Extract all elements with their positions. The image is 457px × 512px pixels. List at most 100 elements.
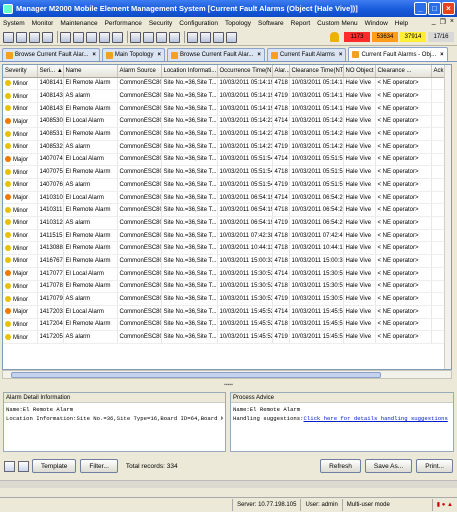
table-row[interactable]: Minor 1411515El Remote AlarmCommonESC8000…: [3, 229, 448, 243]
tab-close-icon[interactable]: ×: [440, 52, 444, 58]
mdi-minimize-icon[interactable]: _: [432, 18, 436, 26]
tab-close-icon[interactable]: ×: [157, 52, 161, 58]
column-header[interactable]: Alar...: [272, 65, 290, 78]
table-row[interactable]: Major 1417203El Local AlarmCommonESC8000S…: [3, 305, 448, 319]
table-row[interactable]: Minor 1410312AS alarmCommonESC8000Site No…: [3, 216, 448, 230]
performance-icon[interactable]: [130, 31, 141, 43]
menu-window[interactable]: Window: [365, 20, 388, 27]
table-row[interactable]: Minor 1416767El Remote AlarmCommonESC8000…: [3, 254, 448, 268]
view-icon[interactable]: [4, 460, 15, 472]
table-cell: 10/03/2011 15:00:33: [289, 254, 344, 268]
topology-icon[interactable]: [3, 31, 14, 43]
table-row[interactable]: Minor 1408531El Remote AlarmCommonESC8000…: [3, 127, 448, 141]
lock-icon[interactable]: [112, 31, 123, 43]
help-icon[interactable]: [226, 31, 237, 43]
table-row[interactable]: Minor 1417204El Remote AlarmCommonESC8000…: [3, 318, 448, 332]
table-row[interactable]: Minor 1408532AS alarmCommonESC8000Site No…: [3, 140, 448, 154]
tab-0[interactable]: Browse Current Fault Alar... ×: [2, 48, 100, 61]
menu-monitor[interactable]: Monitor: [32, 20, 54, 27]
network-icon[interactable]: [16, 31, 27, 43]
report-icon[interactable]: [143, 31, 154, 43]
column-header[interactable]: Location Informati...: [161, 65, 218, 78]
bell-icon[interactable]: [330, 32, 339, 42]
template-button[interactable]: Template: [32, 459, 77, 473]
menu-security[interactable]: Security: [149, 20, 172, 27]
column-header[interactable]: Clearance ...: [375, 65, 432, 78]
table-row[interactable]: Major 1417077El Local AlarmCommonESC8000S…: [3, 267, 448, 281]
search-icon[interactable]: [60, 31, 71, 43]
major-alarm-count[interactable]: 53634: [372, 32, 398, 42]
tab-3[interactable]: Current Fault Alarms ×: [266, 48, 347, 61]
computer-icon[interactable]: [42, 31, 53, 43]
table-row[interactable]: Minor 1410311El Remote AlarmCommonESC8000…: [3, 203, 448, 218]
menu-custom-menu[interactable]: Custom Menu: [317, 20, 357, 27]
tab-close-icon[interactable]: ×: [92, 52, 96, 58]
tab-1[interactable]: Main Topology ×: [101, 48, 165, 61]
critical-alarm-count[interactable]: 1173: [344, 32, 370, 42]
table-row[interactable]: Major 1407074El Local AlarmCommonESC8000S…: [3, 153, 448, 167]
table-row[interactable]: Minor 1408143AS alarmCommonESC8000Site No…: [3, 89, 448, 103]
horizontal-scrollbar[interactable]: [2, 370, 452, 379]
user-icon[interactable]: [99, 31, 110, 43]
handling-suggestions-link[interactable]: Click here for details handling suggesti…: [304, 415, 448, 422]
severity-icon: [5, 117, 11, 124]
tab-2[interactable]: Browse Current Fault Alar... ×: [167, 48, 265, 61]
table-row[interactable]: Major 1408530El Local AlarmCommonESC8000S…: [3, 115, 448, 129]
chart-icon[interactable]: [169, 31, 180, 43]
menu-report[interactable]: Report: [291, 20, 311, 27]
table-row[interactable]: Minor 1417079AS alarmCommonESC8000Site No…: [3, 292, 448, 306]
alarm-browse-icon[interactable]: [29, 31, 40, 43]
menu-topology[interactable]: Topology: [225, 20, 251, 27]
print-button[interactable]: Print...: [416, 459, 453, 473]
warning-alarm-count[interactable]: 17/16: [428, 32, 454, 42]
table-row[interactable]: Minor 1408141El Remote AlarmCommonESC8000…: [3, 77, 448, 91]
minimize-button[interactable]: _: [414, 2, 427, 15]
save-as-button[interactable]: Save As...: [364, 459, 413, 473]
close-button[interactable]: ×: [442, 2, 455, 15]
column-header[interactable]: Clearance Time(NT): [289, 65, 344, 78]
log-icon[interactable]: [213, 31, 224, 43]
table-row[interactable]: Major 1410310El Local AlarmCommonESC8000S…: [3, 191, 448, 205]
export-icon[interactable]: [18, 460, 29, 472]
splitter-handle[interactable]: ▪▪▪▪▪: [0, 383, 457, 388]
vertical-scrollbar[interactable]: [444, 65, 451, 369]
menu-maintenance[interactable]: Maintenance: [60, 20, 97, 27]
minor-alarm-count[interactable]: 37914: [400, 32, 426, 42]
table-cell: AS alarm: [63, 140, 118, 154]
config-icon[interactable]: [187, 31, 198, 43]
table-row[interactable]: Minor 1413088El Remote AlarmCommonESC8000…: [3, 241, 448, 256]
tab-close-icon[interactable]: ×: [339, 52, 343, 58]
table-row[interactable]: Minor 1408143El Remote AlarmCommonESC8000…: [3, 102, 448, 116]
menu-system[interactable]: System: [3, 20, 25, 27]
maximize-button[interactable]: □: [428, 2, 441, 15]
column-header[interactable]: Severity: [3, 65, 38, 78]
table-cell: AS alarm: [63, 330, 118, 344]
table-row[interactable]: Minor 1407075El Remote AlarmCommonESC8000…: [3, 165, 448, 179]
menu-help[interactable]: Help: [395, 20, 408, 27]
column-header[interactable]: NO Object: [343, 65, 376, 78]
scroll-thumb[interactable]: [11, 372, 381, 378]
column-header[interactable]: Alarm Source: [117, 65, 162, 78]
software-icon[interactable]: [200, 31, 211, 43]
alarm-table[interactable]: Severity Seri... ▲ Name Alarm Source Locatio…: [2, 64, 452, 370]
table-cell: 10/03/2011 05:51:55: [289, 153, 344, 167]
mdi-restore-icon[interactable]: ❐: [440, 18, 446, 26]
tab-close-icon[interactable]: ×: [257, 52, 261, 58]
table-row[interactable]: Minor 1407076AS alarmCommonESC8000Site No…: [3, 178, 448, 192]
menu-software[interactable]: Software: [258, 20, 284, 27]
table-row[interactable]: Minor 1417205AS alarmCommonESC8000Site No…: [3, 330, 448, 344]
filter-icon[interactable]: [73, 31, 84, 43]
query-icon[interactable]: [86, 31, 97, 43]
column-header[interactable]: Occurrence Time(NT): [217, 65, 273, 78]
nt-icon[interactable]: [156, 31, 167, 43]
column-header[interactable]: Name: [63, 65, 118, 78]
tab-4[interactable]: Current Fault Alarms - Obj... ×: [348, 47, 448, 61]
lower-scrollbar[interactable]: [0, 480, 457, 488]
table-row[interactable]: Minor 1417078El Remote AlarmCommonESC8000…: [3, 280, 448, 294]
menu-performance[interactable]: Performance: [105, 20, 142, 27]
filter-button[interactable]: Filter...: [80, 459, 118, 473]
menu-configuration[interactable]: Configuration: [179, 20, 218, 27]
mdi-close-icon[interactable]: ×: [450, 18, 454, 26]
column-header[interactable]: Seri... ▲: [37, 65, 64, 78]
refresh-button[interactable]: Refresh: [320, 459, 361, 473]
